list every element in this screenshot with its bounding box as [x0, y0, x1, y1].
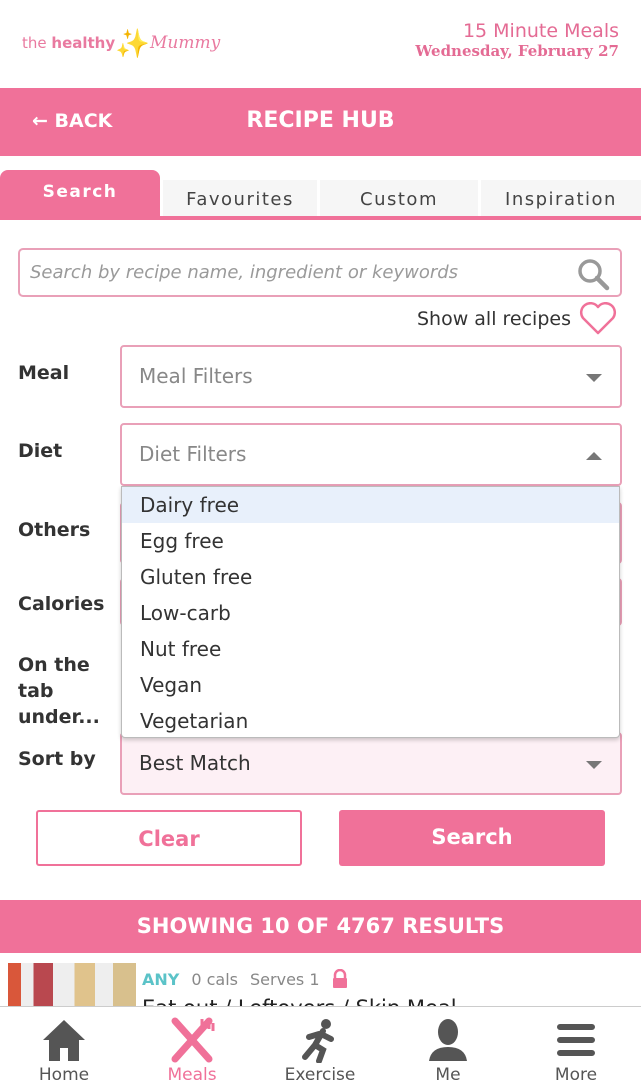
sort-label: Sort by: [18, 748, 96, 770]
chevron-down-icon: [586, 374, 602, 382]
menu-icon: [557, 1024, 595, 1056]
heart-icon[interactable]: [579, 302, 617, 336]
nav-exercise[interactable]: Exercise: [256, 1015, 384, 1085]
diet-filter-select[interactable]: Diet Filters: [120, 423, 622, 486]
recipe-calories: 0 cals: [191, 969, 239, 989]
show-all-label: Show all recipes: [416, 308, 571, 330]
tab-custom[interactable]: Custom: [320, 180, 478, 216]
nav-meals[interactable]: Meals: [128, 1015, 256, 1085]
diet-label: Diet: [18, 440, 63, 462]
calories-label: Calories: [18, 593, 105, 615]
lock-icon: [332, 969, 347, 988]
search-input[interactable]: [20, 250, 560, 295]
chevron-down-icon: [586, 761, 602, 769]
diet-option[interactable]: Nut free: [122, 631, 619, 667]
diet-dropdown: Dairy free Egg free Gluten free Low-carb…: [121, 486, 620, 738]
nav-label: Home: [38, 1065, 90, 1085]
meal-label: Meal: [18, 362, 70, 384]
logo: the healthy ✨ Mummy: [22, 26, 221, 60]
nav-label: Exercise: [284, 1065, 356, 1085]
tab-bar: Search Favourites Custom Inspiration: [0, 170, 641, 220]
running-icon: [302, 1019, 334, 1063]
recipe-list-item[interactable]: ANY 0 cals Serves 1 Eat out / Leftovers …: [0, 960, 641, 1020]
clear-button[interactable]: Clear: [36, 810, 302, 866]
tab-inspiration[interactable]: Inspiration: [481, 180, 641, 216]
sort-select[interactable]: Best Match: [120, 732, 622, 795]
recipe-serves: Serves 1: [250, 969, 320, 989]
on-tab-label: On the tab under...: [18, 654, 100, 728]
meal-filter-value: Meal Filters: [139, 364, 253, 388]
bottom-nav: Home Meals Exercise Me More: [0, 1006, 641, 1085]
diet-option[interactable]: Dairy free: [122, 487, 619, 523]
diet-filter-value: Diet Filters: [139, 442, 247, 466]
search-box: [18, 248, 622, 297]
nav-label: More: [554, 1065, 598, 1085]
chevron-up-icon: [586, 452, 602, 460]
header-date: Wednesday, February 27: [415, 42, 619, 60]
diet-option[interactable]: Vegan: [122, 667, 619, 703]
nav-label: Me: [435, 1065, 461, 1085]
recipe-thumbnail: [8, 963, 136, 1006]
meal-type-badge: ANY: [142, 969, 180, 989]
plan-title: 15 Minute Meals: [462, 20, 619, 42]
page-title: RECIPE HUB: [246, 108, 395, 133]
diet-option[interactable]: Egg free: [122, 523, 619, 559]
cutlery-icon: [171, 1017, 215, 1063]
nav-me[interactable]: Me: [384, 1015, 512, 1085]
search-icon[interactable]: [576, 257, 610, 291]
header-info: 15 Minute Meals Wednesday, February 27: [415, 20, 619, 60]
title-bar: ← BACK RECIPE HUB: [0, 88, 641, 156]
person-icon: [429, 1019, 467, 1061]
meal-filter-select[interactable]: Meal Filters: [120, 345, 622, 408]
nav-label: Meals: [167, 1065, 217, 1085]
tab-search[interactable]: Search: [0, 170, 160, 216]
show-all-recipes[interactable]: Show all recipes: [417, 302, 617, 336]
nav-home[interactable]: Home: [0, 1015, 128, 1085]
diet-option[interactable]: Vegetarian: [122, 703, 619, 739]
home-icon: [43, 1020, 85, 1061]
search-button[interactable]: Search: [339, 810, 605, 866]
nav-more[interactable]: More: [512, 1015, 640, 1085]
results-count-banner: SHOWING 10 OF 4767 RESULTS: [0, 900, 641, 953]
diet-option[interactable]: Low-carb: [122, 595, 619, 631]
tab-favourites[interactable]: Favourites: [163, 180, 317, 216]
diet-option[interactable]: Gluten free: [122, 559, 619, 595]
sort-value: Best Match: [139, 751, 251, 775]
others-label: Others: [18, 519, 91, 541]
